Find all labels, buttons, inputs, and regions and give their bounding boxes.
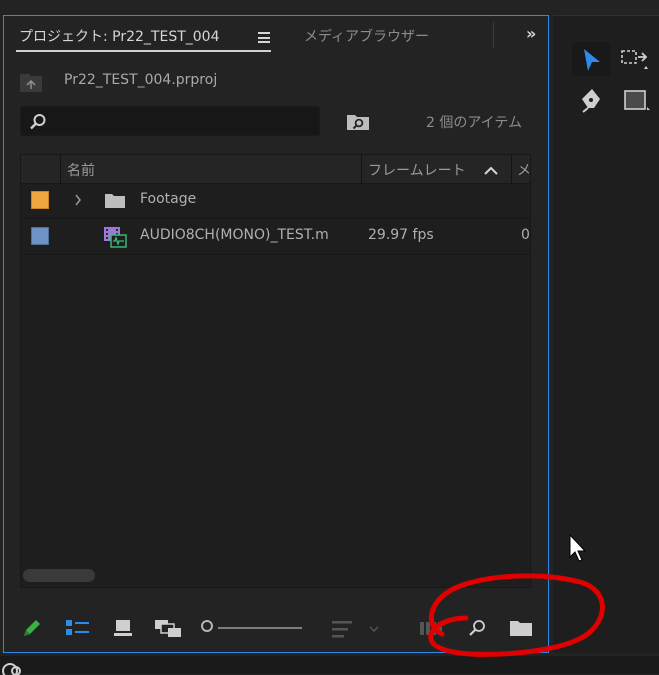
- search-input[interactable]: [20, 106, 320, 136]
- project-panel: プロジェクト: Pr22_TEST_004 メディアブラウザー » Pr22_T…: [3, 15, 549, 653]
- annotation-circle: [428, 573, 605, 657]
- tab-divider: [493, 22, 494, 48]
- mouse-cursor-icon: [569, 533, 587, 562]
- column-divider: [511, 155, 512, 183]
- bin-folder-icon: [105, 194, 125, 208]
- icon-view-icon[interactable]: [111, 618, 135, 638]
- tab-overflow-icon[interactable]: »: [526, 24, 536, 43]
- column-header-name[interactable]: 名前: [67, 160, 95, 180]
- tab-media-browser[interactable]: メディアブラウザー: [304, 26, 429, 46]
- label-color-swatch[interactable]: [31, 227, 49, 245]
- video-audio-clip-icon: [104, 227, 127, 248]
- tab-project[interactable]: プロジェクト: Pr22_TEST_004: [19, 26, 220, 46]
- panel-menu-icon[interactable]: [258, 32, 270, 43]
- rectangle-tool-icon[interactable]: [622, 88, 652, 114]
- item-frame-rate: 29.97 fps: [368, 227, 434, 243]
- column-header-frame-rate[interactable]: フレームレート: [368, 160, 466, 180]
- search-icon: [30, 114, 46, 130]
- track-select-tool-icon[interactable]: [620, 48, 650, 72]
- item-name: Footage: [140, 191, 197, 207]
- item-media-start: 0(: [521, 227, 530, 243]
- panel-divider: [553, 15, 659, 16]
- sort-icons-icon[interactable]: [330, 617, 382, 641]
- column-divider: [361, 155, 362, 183]
- active-tab-indicator: [16, 50, 271, 52]
- zoom-slider-knob[interactable]: [201, 620, 213, 632]
- find-bin-icon[interactable]: [346, 111, 370, 131]
- freeform-view-icon[interactable]: [152, 617, 184, 639]
- pen-tool-icon[interactable]: [578, 86, 606, 114]
- column-divider: [60, 155, 61, 183]
- list-view-icon[interactable]: [64, 618, 92, 638]
- project-file-icon: [20, 74, 42, 92]
- expand-arrow-icon[interactable]: [74, 194, 82, 206]
- item-name: AUDIO8CH(MONO)_TEST.m: [140, 227, 329, 243]
- list-item[interactable]: AUDIO8CH(MONO)_TEST.m 29.97 fps 0(: [21, 219, 530, 255]
- creative-cloud-icon[interactable]: [0, 661, 26, 675]
- list-item[interactable]: Footage: [21, 183, 530, 219]
- horizontal-scrollbar[interactable]: [23, 569, 95, 582]
- column-header-media[interactable]: メ: [517, 160, 530, 180]
- project-file-name: Pr22_TEST_004.prproj: [64, 72, 218, 88]
- item-count: 2 個のアイテム: [426, 115, 522, 131]
- label-color-swatch[interactable]: [31, 191, 49, 209]
- project-item-list: 名前 フレームレート メ Footage AUDIO8CH(MONO)_TEST…: [20, 154, 531, 588]
- pencil-icon[interactable]: [20, 616, 44, 640]
- selection-tool-icon[interactable]: [581, 47, 603, 73]
- zoom-slider[interactable]: [218, 627, 302, 629]
- sort-ascending-icon[interactable]: [483, 165, 499, 175]
- list-header: 名前 フレームレート メ: [21, 155, 530, 184]
